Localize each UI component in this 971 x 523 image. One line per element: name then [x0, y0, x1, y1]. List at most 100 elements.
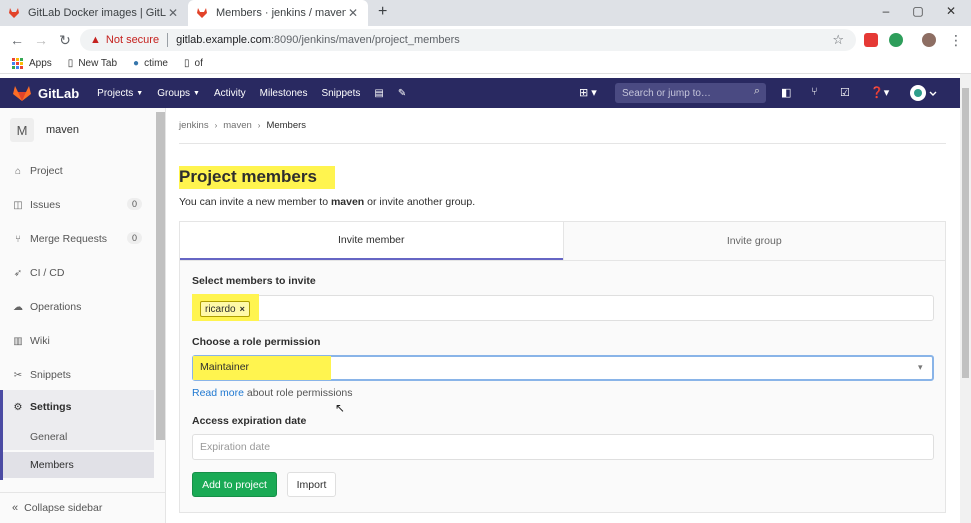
address-toolbar: ← → ↻ ▲ Not secure gitlab.example.com:80… [0, 26, 971, 54]
sidebar-sub-label: Members [30, 459, 74, 471]
sidebar-item-settings[interactable]: ⚙ Settings [0, 390, 154, 424]
close-icon[interactable]: ✕ [166, 6, 180, 20]
user-avatar[interactable] [909, 83, 937, 106]
add-to-project-button[interactable]: Add to project [192, 472, 277, 497]
extension-icon[interactable] [864, 33, 878, 47]
invite-tabs: Invite member Invite group [179, 221, 946, 261]
rocket-icon: ➶ [13, 267, 23, 279]
page-icon: ▯ [184, 58, 190, 69]
sidebar-sub-general[interactable]: General [0, 424, 154, 450]
expiration-date-input[interactable]: Expiration date [192, 434, 934, 460]
merge-requests-count-badge: 0 [126, 232, 142, 244]
breadcrumb-members[interactable]: Members [266, 120, 306, 131]
import-button[interactable]: Import [287, 472, 336, 497]
bookmark-star-icon[interactable]: ☆ [832, 32, 844, 48]
browser-menu-icon[interactable]: ⋮ [948, 32, 964, 49]
close-icon[interactable]: ✕ [346, 6, 360, 20]
browser-tab-docker-images[interactable]: GitLab Docker images | GitLab ✕ [0, 0, 188, 26]
remove-token-icon[interactable]: × [240, 304, 245, 314]
chevron-right-icon: › [257, 121, 261, 130]
url-bar[interactable]: ▲ Not secure gitlab.example.com:8090/jen… [80, 29, 856, 51]
mouse-cursor-icon: ↖ [335, 401, 346, 415]
project-header[interactable]: M maven [10, 118, 79, 142]
tab-label: Members · jenkins / maven · GitL [216, 7, 346, 19]
scrollbar-thumb[interactable] [962, 88, 969, 378]
sidebar-item-label: Issues [30, 199, 61, 211]
cloud-gear-icon: ☁ [13, 301, 23, 313]
collapse-sidebar-button[interactable]: « Collapse sidebar [0, 492, 165, 523]
sidebar-item-merge-requests[interactable]: ⑂ Merge Requests 0 [0, 226, 154, 252]
tab-invite-member[interactable]: Invite member [180, 222, 563, 260]
merge-request-icon[interactable]: ⑂ [811, 86, 818, 98]
sidebar-item-ci-cd[interactable]: ➶ CI / CD [0, 260, 154, 286]
window-close-button[interactable]: ✕ [941, 4, 961, 18]
sidebar-item-wiki[interactable]: ▥ Wiki [0, 328, 154, 354]
url-path: :8090/jenkins/maven/project_members [270, 34, 460, 46]
issues-icon[interactable]: ◧ [781, 86, 791, 99]
browser-tab-members[interactable]: Members · jenkins / maven · GitL ✕ [188, 0, 368, 26]
back-icon[interactable]: ← [9, 32, 25, 48]
nav-milestones[interactable]: Milestones [260, 88, 308, 99]
breadcrumb-maven[interactable]: maven [223, 120, 252, 131]
sidebar-item-label: CI / CD [30, 267, 65, 279]
new-item-plus-icon[interactable]: ⊞ ▾ [579, 86, 597, 99]
sidebar-scrollbar[interactable] [156, 112, 165, 440]
collapse-label: Collapse sidebar [24, 502, 103, 514]
read-more-link[interactable]: Read more [192, 387, 244, 399]
security-status[interactable]: Not secure [106, 34, 159, 46]
members-select-input[interactable] [192, 295, 934, 321]
project-name: maven [46, 124, 80, 136]
sidebar-item-label: Merge Requests [30, 233, 108, 245]
sidebar-item-project[interactable]: ⌂ Project [0, 158, 154, 184]
members-label: Select members to invite [192, 275, 316, 287]
expiration-label: Access expiration date [192, 415, 307, 427]
search-input[interactable]: Search or jump to… ⌕ [615, 83, 766, 103]
python-icon: ● [133, 58, 140, 69]
wrench-icon[interactable]: ✎ [398, 88, 406, 99]
bookmark-new-tab[interactable]: ▯ New Tab [68, 58, 117, 69]
forward-icon[interactable]: → [33, 32, 49, 48]
new-tab-button[interactable]: + [378, 3, 387, 21]
bookmark-label: Apps [29, 58, 52, 69]
sidebar-item-label: Wiki [30, 335, 50, 347]
breadcrumb-jenkins[interactable]: jenkins [179, 120, 209, 131]
home-icon: ⌂ [14, 165, 22, 177]
bookmark-label: ctime [144, 58, 168, 69]
minimize-button[interactable]: – [876, 4, 896, 18]
tab-label: GitLab Docker images | GitLab [28, 7, 166, 19]
sidebar-item-snippets[interactable]: ✂ Snippets [0, 362, 154, 388]
reload-icon[interactable]: ↻ [57, 32, 73, 49]
sidebar-sub-members[interactable]: Members [0, 452, 154, 478]
nav-groups[interactable]: Groups ▼ [157, 88, 200, 99]
bookmarks-bar: Apps ▯ New Tab ● ctime ▯ of [0, 54, 971, 74]
chart-icon[interactable]: ▤ [374, 88, 383, 99]
help-icon[interactable]: ❓▾ [870, 86, 889, 99]
sidebar-item-label: Snippets [30, 369, 71, 381]
profile-avatar[interactable] [922, 33, 936, 47]
project-sidebar: M maven ⌂ Project ◫ Issues 0 ⑂ Merge Req… [0, 108, 166, 523]
search-placeholder: Search or jump to… [622, 87, 711, 99]
page-title: Project members [179, 166, 335, 189]
gitlab-logo-icon [13, 86, 31, 101]
bookmark-ctime[interactable]: ● ctime [133, 58, 168, 69]
nav-projects[interactable]: Projects ▼ [97, 88, 143, 99]
maximize-button[interactable]: ▢ [908, 4, 928, 18]
bookmark-label: New Tab [78, 58, 118, 69]
todo-check-icon[interactable]: ☑ [840, 86, 850, 99]
nav-activity[interactable]: Activity [214, 88, 246, 99]
page-scrollbar[interactable] [960, 74, 971, 523]
sidebar-item-issues[interactable]: ◫ Issues 0 [0, 192, 154, 218]
divider [179, 143, 946, 144]
bookmark-apps[interactable]: Apps [12, 58, 52, 69]
member-token[interactable]: ricardo × [200, 301, 250, 317]
nav-snippets[interactable]: Snippets [321, 88, 360, 99]
active-indicator [0, 390, 3, 480]
project-name-bold: maven [330, 196, 365, 208]
sidebar-item-operations[interactable]: ☁ Operations [0, 294, 154, 320]
scissors-icon: ✂ [13, 369, 23, 381]
extension-icon[interactable] [889, 33, 903, 47]
gitlab-home-link[interactable]: GitLab [12, 84, 79, 102]
tab-invite-group[interactable]: Invite group [562, 222, 945, 260]
book-icon: ▥ [13, 335, 23, 347]
bookmark-of[interactable]: ▯ of [184, 58, 203, 69]
